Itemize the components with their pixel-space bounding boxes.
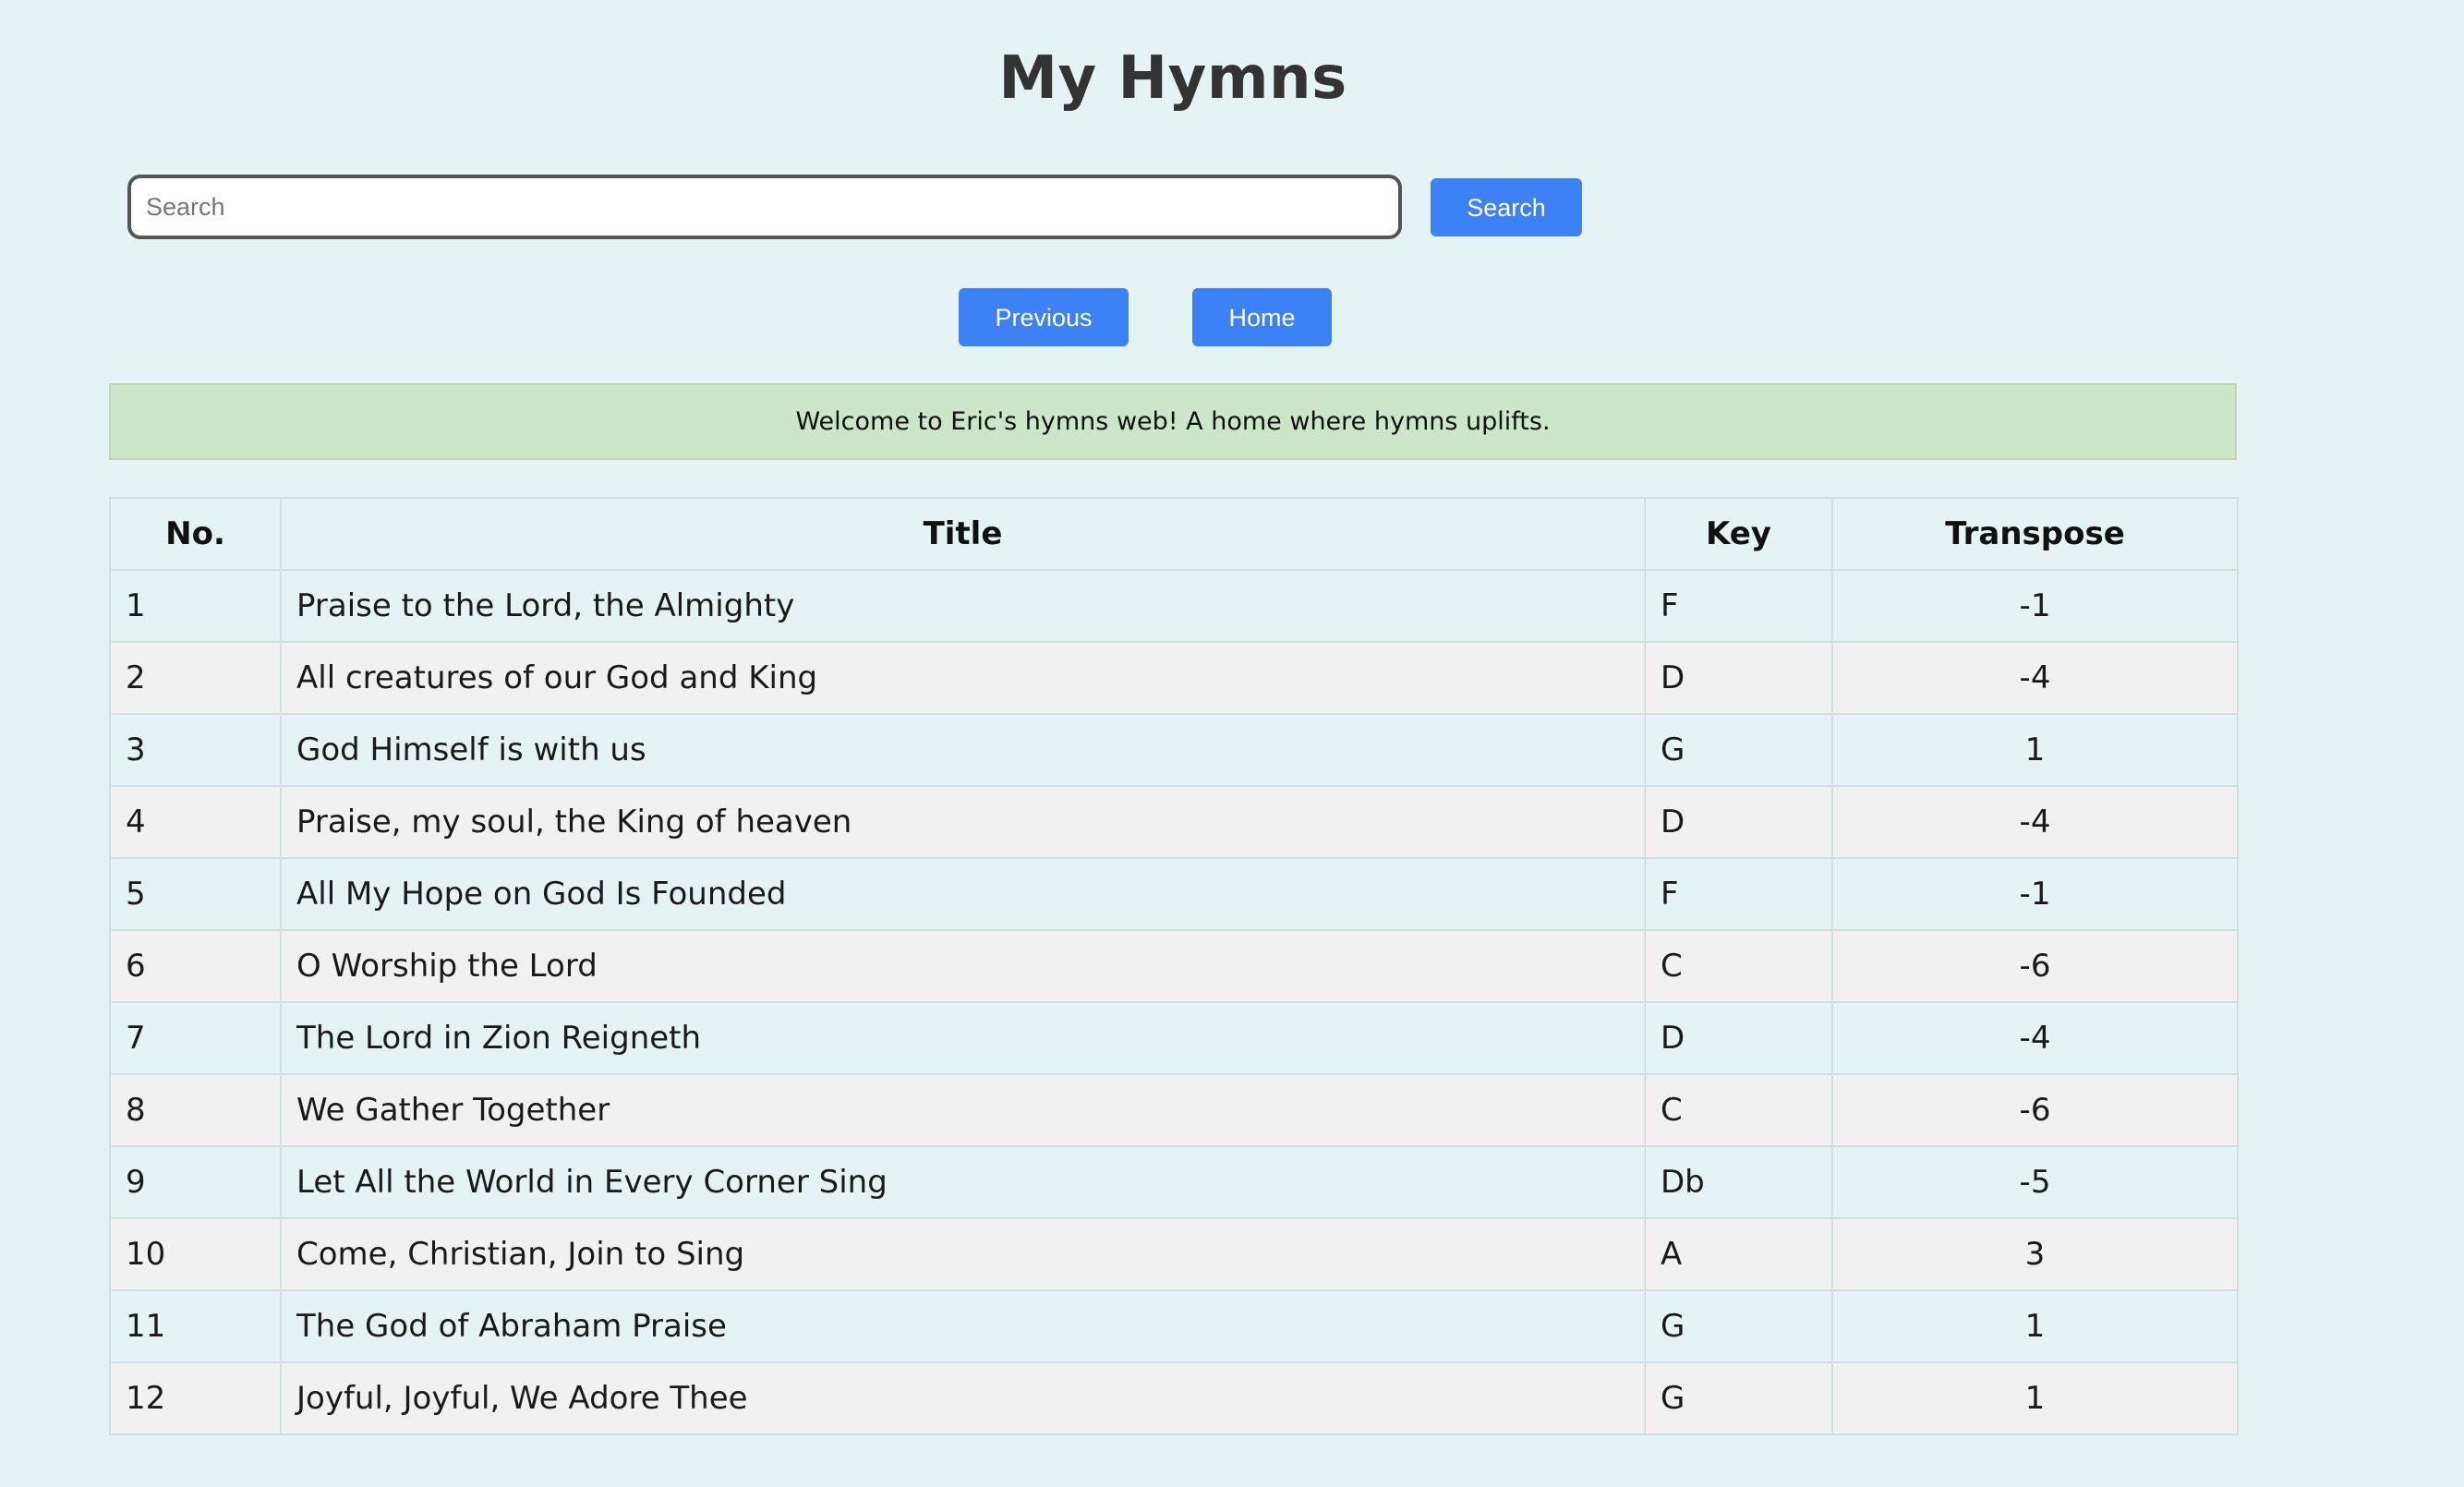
table-row[interactable]: 9 Let All the World in Every Corner Sing… <box>109 1145 2239 1219</box>
hymn-key: C <box>1644 929 1833 1003</box>
hymn-title[interactable]: The Lord in Zion Reigneth <box>280 1001 1646 1075</box>
table-row[interactable]: 3 God Himself is with us G 1 <box>109 713 2239 787</box>
hymn-title[interactable]: O Worship the Lord <box>280 929 1646 1003</box>
hymn-key: F <box>1644 857 1833 931</box>
search-button[interactable]: Search <box>1431 178 1582 236</box>
hymn-title[interactable]: God Himself is with us <box>280 713 1646 787</box>
hymn-key: Db <box>1644 1145 1833 1219</box>
hymn-key: G <box>1644 1361 1833 1435</box>
hymn-transpose: -4 <box>1831 1001 2239 1075</box>
table-row[interactable]: 8 We Gather Together C -6 <box>109 1073 2239 1147</box>
hymn-number: 11 <box>109 1289 282 1363</box>
table-row[interactable]: 2 All creatures of our God and King D -4 <box>109 641 2239 715</box>
hymn-number: 7 <box>109 1001 282 1075</box>
hymn-key: F <box>1644 569 1833 643</box>
hymn-key: D <box>1644 641 1833 715</box>
hymn-number: 8 <box>109 1073 282 1147</box>
hymn-number: 6 <box>109 929 282 1003</box>
hymn-title[interactable]: Praise to the Lord, the Almighty <box>280 569 1646 643</box>
search-input[interactable] <box>127 175 1402 239</box>
hymn-number: 3 <box>109 713 282 787</box>
hymn-number: 10 <box>109 1217 282 1291</box>
column-header-key[interactable]: Key <box>1644 497 1833 571</box>
table-header-row: No. Title Key Transpose <box>109 497 2239 571</box>
hymn-key: G <box>1644 713 1833 787</box>
hymn-title[interactable]: All creatures of our God and King <box>280 641 1646 715</box>
column-header-no[interactable]: No. <box>109 497 282 571</box>
home-button[interactable]: Home <box>1192 288 1332 346</box>
table-row[interactable]: 1 Praise to the Lord, the Almighty F -1 <box>109 569 2239 643</box>
table-row[interactable]: 7 The Lord in Zion Reigneth D -4 <box>109 1001 2239 1075</box>
hymn-key: C <box>1644 1073 1833 1147</box>
hymn-transpose: 1 <box>1831 1289 2239 1363</box>
table-row[interactable]: 11 The God of Abraham Praise G 1 <box>109 1289 2239 1363</box>
hymn-number: 4 <box>109 785 282 859</box>
hymn-number: 9 <box>109 1145 282 1219</box>
hymn-title[interactable]: The God of Abraham Praise <box>280 1289 1646 1363</box>
hymn-title[interactable]: We Gather Together <box>280 1073 1646 1147</box>
table-row[interactable]: 6 O Worship the Lord C -6 <box>109 929 2239 1003</box>
hymn-key: D <box>1644 1001 1833 1075</box>
hymn-title[interactable]: Joyful, Joyful, We Adore Thee <box>280 1361 1646 1435</box>
hymn-transpose: 1 <box>1831 1361 2239 1435</box>
hymn-key: D <box>1644 785 1833 859</box>
hymn-transpose: -6 <box>1831 1073 2239 1147</box>
hymn-number: 5 <box>109 857 282 931</box>
hymn-table: No. Title Key Transpose 1 Praise to the … <box>109 497 2239 1435</box>
hymn-title[interactable]: Praise, my soul, the King of heaven <box>280 785 1646 859</box>
page-title: My Hymns <box>998 44 1347 113</box>
column-header-transpose[interactable]: Transpose <box>1831 497 2239 571</box>
table-row[interactable]: 12 Joyful, Joyful, We Adore Thee G 1 <box>109 1361 2239 1435</box>
hymn-transpose: -1 <box>1831 569 2239 643</box>
hymn-transpose: -6 <box>1831 929 2239 1003</box>
hymn-key: G <box>1644 1289 1833 1363</box>
hymn-transpose: -4 <box>1831 641 2239 715</box>
hymn-title[interactable]: Come, Christian, Join to Sing <box>280 1217 1646 1291</box>
hymn-key: A <box>1644 1217 1833 1291</box>
hymn-transpose: -4 <box>1831 785 2239 859</box>
hymn-transpose: -1 <box>1831 857 2239 931</box>
hymn-transpose: 3 <box>1831 1217 2239 1291</box>
hymn-transpose: 1 <box>1831 713 2239 787</box>
previous-button[interactable]: Previous <box>959 288 1129 346</box>
hymn-transpose: -5 <box>1831 1145 2239 1219</box>
hymn-title[interactable]: Let All the World in Every Corner Sing <box>280 1145 1646 1219</box>
column-header-title[interactable]: Title <box>280 497 1646 571</box>
hymn-number: 12 <box>109 1361 282 1435</box>
table-row[interactable]: 4 Praise, my soul, the King of heaven D … <box>109 785 2239 859</box>
table-row[interactable]: 5 All My Hope on God Is Founded F -1 <box>109 857 2239 931</box>
hymn-title[interactable]: All My Hope on God Is Founded <box>280 857 1646 931</box>
hymn-number: 1 <box>109 569 282 643</box>
hymn-number: 2 <box>109 641 282 715</box>
table-row[interactable]: 10 Come, Christian, Join to Sing A 3 <box>109 1217 2239 1291</box>
welcome-banner: Welcome to Eric's hymns web! A home wher… <box>109 383 2237 460</box>
